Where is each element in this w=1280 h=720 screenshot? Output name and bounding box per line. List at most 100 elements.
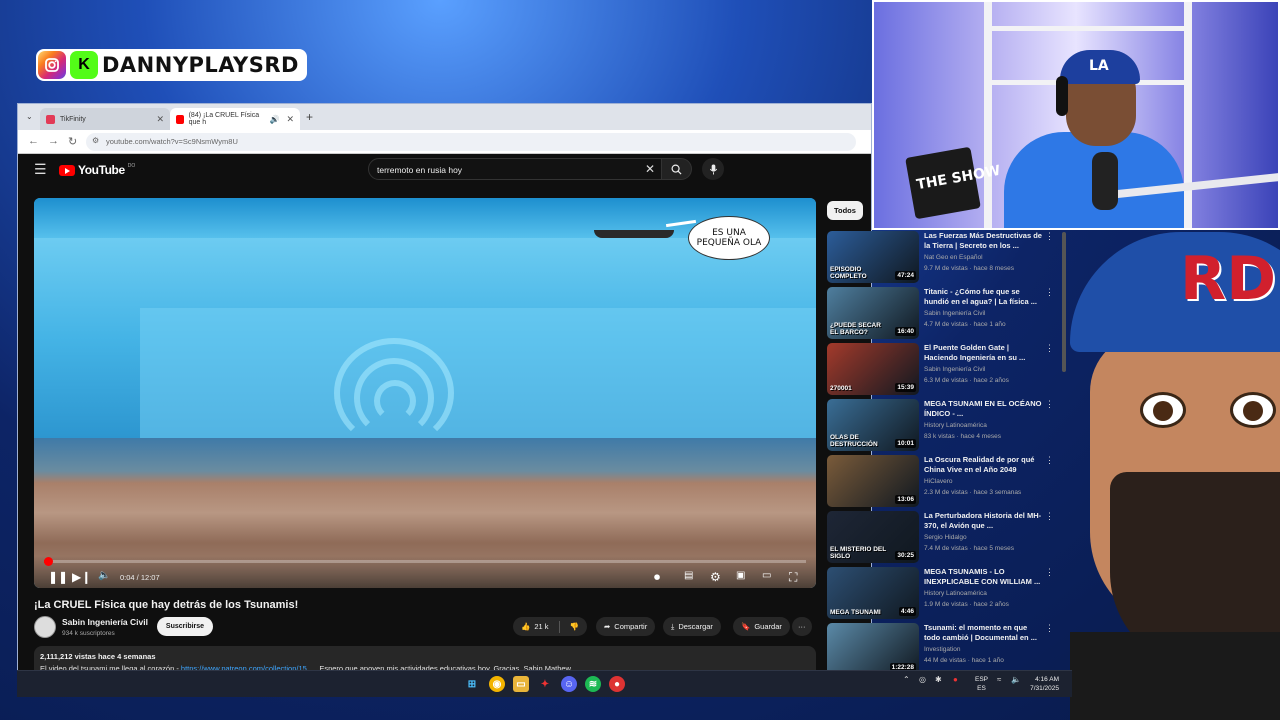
reload-icon[interactable]: ↻	[68, 135, 77, 148]
search-input[interactable]: terremoto en rusia hoy ✕	[368, 158, 662, 180]
wifi-icon[interactable]: ≈	[997, 675, 1001, 684]
chrome-icon[interactable]: ◉	[489, 676, 505, 692]
video-thumbnail[interactable]: OLAS DE DESTRUCCIÓN 10:01	[827, 399, 919, 451]
address-bar: ← → ↻ ⚙ youtube.com/watch?v=Sc9NsmWym8U	[18, 130, 871, 154]
back-icon[interactable]: ←	[28, 135, 39, 147]
recommended-video[interactable]: MEGA TSUNAMI 4:46 MEGA TSUNAMIS - LO INEXP…	[827, 567, 1062, 621]
fullscreen-icon[interactable]: ⛶	[789, 570, 797, 585]
filter-chip-all[interactable]: Todos	[827, 201, 863, 220]
video-title[interactable]: Tsunami: el momento en que todo cambió |…	[924, 623, 1042, 643]
clear-search-icon[interactable]: ✕	[645, 162, 655, 176]
save-button[interactable]: 🔖 Guardar	[733, 617, 790, 636]
video-thumbnail[interactable]: 1:22:28	[827, 623, 919, 670]
video-thumbnail[interactable]: MEGA TSUNAMI 4:46	[827, 567, 919, 619]
tab-search-icon[interactable]: ⌄	[26, 112, 33, 121]
scrollbar[interactable]	[1062, 232, 1066, 372]
subtitles-icon[interactable]: ▤	[684, 570, 693, 581]
speaker-icon[interactable]: 🔊	[269, 115, 279, 124]
progress-bar[interactable]	[44, 557, 806, 566]
tab-youtube[interactable]: (84) ¡La CRUEL Física que h 🔊 ✕	[170, 108, 300, 130]
recommended-video[interactable]: EPISODIO COMPLETO 47:24 Las Fuerzas Más De…	[827, 231, 1062, 285]
more-options-icon[interactable]: ⋮	[1045, 399, 1054, 410]
miniplayer-icon[interactable]: ▣	[736, 570, 745, 581]
more-options-icon[interactable]: ⋮	[1045, 343, 1054, 354]
menu-icon[interactable]: ☰	[34, 161, 47, 178]
url-field[interactable]: ⚙ youtube.com/watch?v=Sc9NsmWym8U	[86, 133, 856, 151]
video-thumbnail[interactable]: 13:06	[827, 455, 919, 507]
video-title[interactable]: El Puente Golden Gate | Haciendo Ingenie…	[924, 343, 1042, 363]
tray-chevron-icon[interactable]: ⌃	[903, 675, 910, 684]
video-meta: 2.3 M de vistas · hace 3 semanas	[924, 489, 1022, 496]
more-options-icon[interactable]: ⋮	[1045, 511, 1054, 522]
recommended-video[interactable]: 13:06 La Oscura Realidad de por qué China…	[827, 455, 1062, 509]
download-button[interactable]: ⤓ Descargar	[663, 617, 721, 636]
search-button[interactable]	[662, 158, 692, 180]
tray-mic-icon[interactable]: ●	[953, 675, 958, 684]
close-icon[interactable]: ✕	[156, 114, 164, 125]
voice-search-button[interactable]	[702, 158, 724, 180]
more-options-icon[interactable]: ⋮	[1045, 287, 1054, 298]
browser-window: ⌄ TikFinity ✕ (84) ¡La CRUEL Física que …	[17, 103, 872, 697]
spotify-icon[interactable]: ≋	[585, 676, 601, 692]
share-button[interactable]: ➦ Compartir	[596, 617, 656, 636]
more-options-icon[interactable]: ⋮	[1045, 623, 1054, 634]
more-actions-button[interactable]: ···	[792, 617, 812, 636]
volume-tray-icon[interactable]: 🔈	[1011, 675, 1021, 684]
channel-name[interactable]: Investigation	[924, 646, 961, 653]
recommended-video[interactable]: ¿PUEDE SECAR EL BARCO? 16:40 Titanic - ¿Có…	[827, 287, 1062, 341]
close-icon[interactable]: ✕	[286, 114, 294, 125]
tab-label: (84) ¡La CRUEL Física que h	[188, 112, 260, 126]
tab-tikfinity[interactable]: TikFinity ✕	[40, 108, 170, 130]
video-thumbnail[interactable]: ¿PUEDE SECAR EL BARCO? 16:40	[827, 287, 919, 339]
channel-name[interactable]: Nat Geo en Español	[924, 254, 983, 261]
channel-name[interactable]: Sabin Ingeniería Civil	[924, 366, 985, 373]
recommended-video[interactable]: 1:22:28 Tsunami: el momento en que todo c…	[827, 623, 1062, 670]
video-player[interactable]: ES UNA PEQUEÑA OLA ❚❚ ▶❙ 🔈 0:04 / 12:07 …	[34, 198, 816, 588]
more-options-icon[interactable]: ⋮	[1045, 455, 1054, 466]
discord-icon[interactable]: ☺	[561, 676, 577, 692]
video-duration: 10:01	[895, 439, 916, 448]
folder-icon[interactable]: ▭	[513, 676, 529, 692]
app-icon[interactable]: ✦	[537, 676, 553, 692]
recommended-video[interactable]: OLAS DE DESTRUCCIÓN 10:01 MEGA TSUNAMI EN …	[827, 399, 1062, 453]
video-title[interactable]: MEGA TSUNAMIS - LO INEXPLICABLE CON WILL…	[924, 567, 1042, 587]
video-title[interactable]: MEGA TSUNAMI EN EL OCÉANO ÍNDICO - ...	[924, 399, 1042, 419]
recommended-video[interactable]: EL MISTERIO DEL SIGLO 30:25 La Perturbador…	[827, 511, 1062, 565]
video-thumbnail[interactable]: EL MISTERIO DEL SIGLO 30:25	[827, 511, 919, 563]
forward-icon[interactable]: →	[48, 135, 59, 147]
language-indicator[interactable]: ESP ES	[975, 675, 988, 693]
theater-mode-icon[interactable]: ▭	[762, 570, 771, 581]
bluetooth-icon[interactable]: ✱	[935, 675, 942, 684]
next-icon[interactable]: ▶❙	[72, 570, 91, 584]
channel-name[interactable]: Sabin Ingeniería Civil	[62, 617, 148, 627]
channel-name[interactable]: History Latinoamérica	[924, 590, 987, 597]
more-options-icon[interactable]: ⋮	[1045, 231, 1054, 242]
channel-name[interactable]: HiClavero	[924, 478, 953, 485]
tray-app-icon[interactable]: ◎	[919, 675, 926, 684]
pause-icon[interactable]: ❚❚	[48, 570, 68, 584]
autoplay-toggle[interactable]: ⏺	[654, 570, 660, 585]
video-thumbnail[interactable]: EPISODIO COMPLETO 47:24	[827, 231, 919, 283]
more-options-icon[interactable]: ⋮	[1045, 567, 1054, 578]
like-button[interactable]: 👍 21 k 👎	[513, 617, 587, 636]
recommended-video[interactable]: 270001 15:39 El Puente Golden Gate | Hacie…	[827, 343, 1062, 397]
windows-start-icon[interactable]: ⊞	[464, 676, 480, 692]
thumbs-down-icon[interactable]: 👎	[570, 622, 579, 631]
system-clock[interactable]: 4:16 AM 7/31/2025	[1029, 675, 1059, 693]
channel-name[interactable]: Sergio Hidalgo	[924, 534, 967, 541]
settings-icon[interactable]: ⚙	[710, 570, 721, 584]
video-title[interactable]: Titanic - ¿Cómo fue que se hundió en el …	[924, 287, 1042, 307]
channel-name[interactable]: Sabin Ingeniería Civil	[924, 310, 985, 317]
youtube-logo[interactable]: YouTube DO	[59, 163, 135, 177]
obs-icon[interactable]: ●	[609, 676, 625, 692]
channel-avatar[interactable]	[34, 616, 56, 638]
channel-name[interactable]: History Latinoamérica	[924, 422, 987, 429]
video-thumbnail[interactable]: 270001 15:39	[827, 343, 919, 395]
video-title[interactable]: La Oscura Realidad de por qué China Vive…	[924, 455, 1042, 475]
video-title[interactable]: Las Fuerzas Más Destructivas de la Tierr…	[924, 231, 1042, 251]
new-tab-icon[interactable]: +	[306, 110, 313, 124]
volume-icon[interactable]: 🔈	[98, 570, 110, 581]
subscribe-button[interactable]: Suscribirse	[157, 617, 213, 636]
video-title[interactable]: La Perturbadora Historia del MH-370, el …	[924, 511, 1042, 531]
site-info-icon[interactable]: ⚙	[92, 136, 99, 145]
